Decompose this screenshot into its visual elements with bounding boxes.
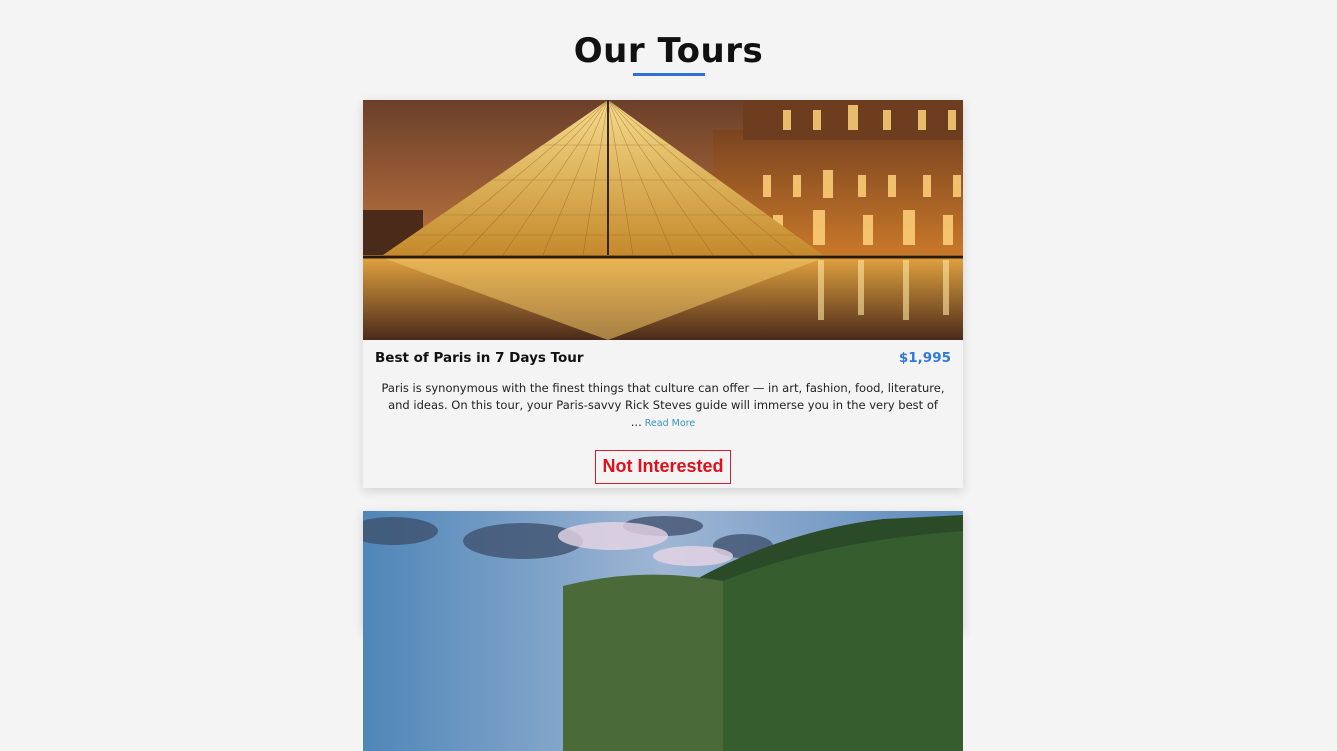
tour-header-row: Best of Paris in 7 Days Tour $1,995 (375, 350, 951, 366)
tour-card (363, 511, 963, 751)
not-interested-button[interactable]: Not Interested (595, 450, 731, 484)
tour-price: $1,995 (898, 350, 951, 366)
read-more-link[interactable]: Read More (645, 418, 695, 429)
tour-name: Best of Paris in 7 Days Tour (375, 350, 584, 366)
tour-info: Best of Paris in 7 Days Tour $1,995 Pari… (363, 340, 963, 484)
title-underline (632, 73, 705, 76)
mountain-landscape-photo (363, 511, 963, 751)
tour-description: Paris is synonymous with the finest thin… (375, 380, 951, 432)
button-wrap: Not Interested (375, 450, 951, 484)
louvre-pyramid-photo (363, 100, 963, 340)
page-header: Our Tours (0, 0, 1337, 76)
page-title: Our Tours (573, 31, 764, 71)
tour-card: Best of Paris in 7 Days Tour $1,995 Pari… (363, 100, 963, 488)
